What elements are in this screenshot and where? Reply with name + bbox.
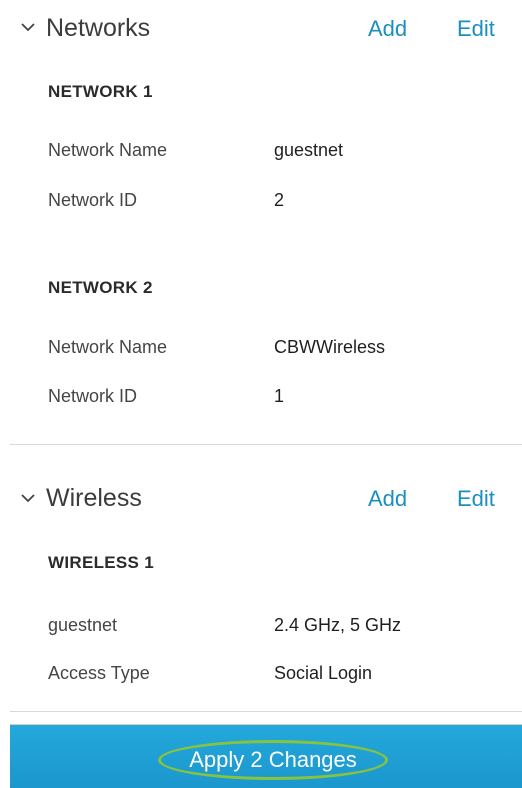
network-2-name-row: Network Name CBWWireless xyxy=(0,337,522,367)
wireless-add-button[interactable]: Add xyxy=(368,486,407,512)
network-id-label: Network ID xyxy=(48,190,138,210)
bands-value: 2.4 GHz, 5 GHz xyxy=(274,615,402,635)
networks-edit-button[interactable]: Edit xyxy=(457,16,495,42)
wireless-1-bands-row: guestnet 2.4 GHz, 5 GHz xyxy=(0,615,522,645)
chevron-down-icon[interactable] xyxy=(20,19,36,35)
wireless-1-title: WIRELESS 1 xyxy=(48,553,154,572)
ssid-label: guestnet xyxy=(48,615,118,635)
network-2-title: NETWORK 2 xyxy=(48,278,153,297)
wireless-edit-button[interactable]: Edit xyxy=(457,486,495,512)
network-id-label: Network ID xyxy=(48,386,138,406)
chevron-down-icon[interactable] xyxy=(20,490,36,506)
apply-changes-button[interactable]: Apply 2 Changes xyxy=(10,724,522,788)
wireless-1-access-row: Access Type Social Login xyxy=(0,663,522,693)
access-type-label: Access Type xyxy=(48,663,150,683)
network-id-value: 2 xyxy=(274,190,285,210)
network-1-id-row: Network ID 2 xyxy=(0,190,522,220)
network-1-title: NETWORK 1 xyxy=(48,82,153,101)
network-name-label: Network Name xyxy=(48,140,168,160)
network-name-value: CBWWireless xyxy=(274,337,385,357)
networks-title: Networks xyxy=(46,14,151,42)
network-1-name-row: Network Name guestnet xyxy=(0,140,522,170)
section-divider xyxy=(10,444,522,445)
network-id-value: 1 xyxy=(274,386,285,406)
network-name-label: Network Name xyxy=(48,337,168,357)
wireless-section-header[interactable]: Wireless Add Edit xyxy=(0,472,522,524)
access-type-value: Social Login xyxy=(274,663,373,683)
apply-changes-label: Apply 2 Changes xyxy=(189,747,357,772)
wireless-title: Wireless xyxy=(46,484,142,512)
network-2-id-row: Network ID 1 xyxy=(0,386,522,416)
bottom-divider xyxy=(10,711,522,712)
networks-add-button[interactable]: Add xyxy=(368,16,407,42)
network-name-value: guestnet xyxy=(274,140,344,160)
networks-section-header[interactable]: Networks Add Edit xyxy=(0,2,522,54)
highlight-oval: Apply 2 Changes xyxy=(158,740,388,780)
